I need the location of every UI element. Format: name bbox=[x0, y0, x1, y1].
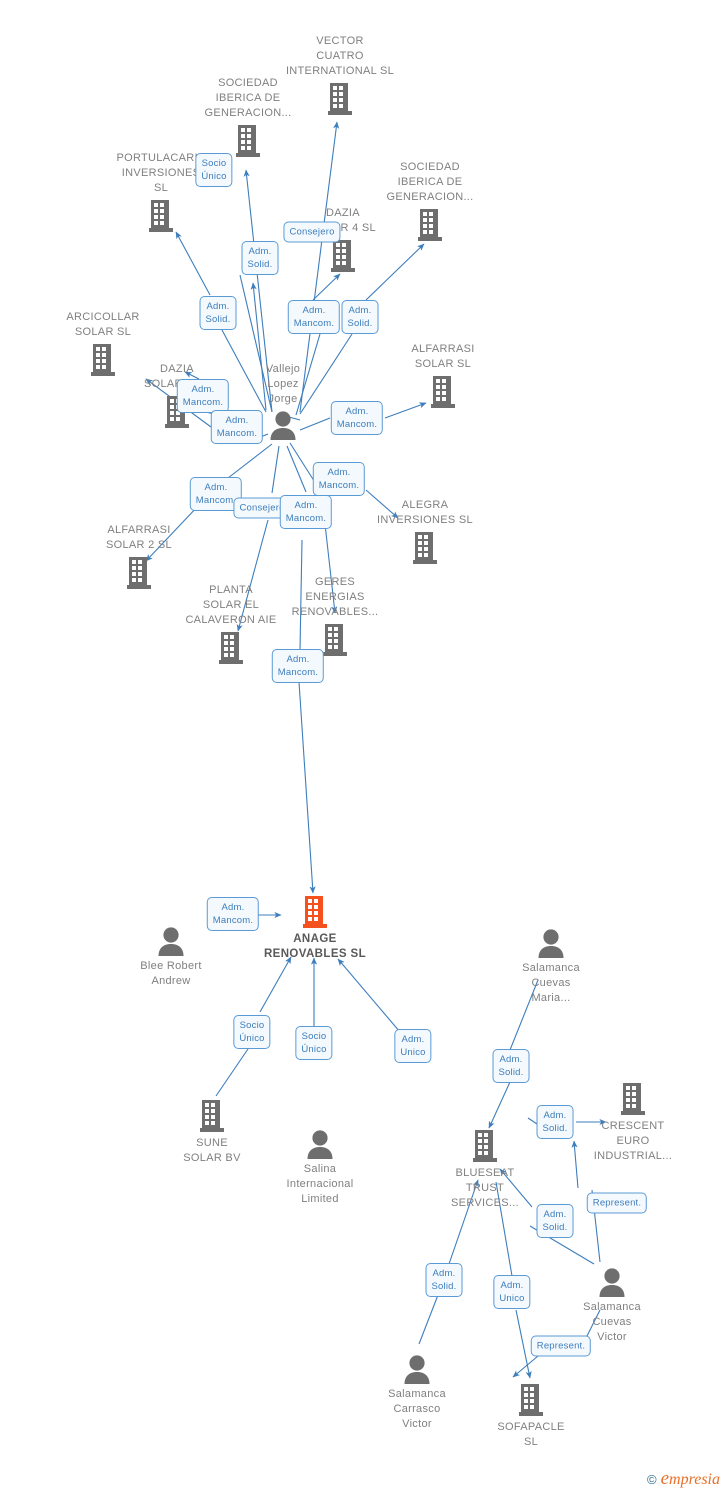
edge-label-socio-unico-sune[interactable]: Socio Único bbox=[233, 1015, 271, 1049]
copyright-icon: © bbox=[647, 1471, 657, 1487]
node-label: GERES ENERGIAS RENOVABLES... bbox=[291, 576, 379, 618]
person-icon bbox=[303, 1128, 337, 1160]
node-label: ALFARRASI SOLAR SL bbox=[411, 343, 475, 370]
node-label: PORTULACARIA INVERSIONES SL bbox=[116, 152, 206, 194]
building-icon bbox=[320, 622, 350, 658]
building-icon bbox=[216, 630, 246, 666]
relationship-graph: VECTOR CUATRO INTERNATIONAL SL SOCIEDAD … bbox=[0, 0, 728, 1500]
edge-label-adm-solid-maria-blueseat[interactable]: Adm. Solid. bbox=[492, 1049, 530, 1083]
node-label: BLUESEAT TRUST SERVICES... bbox=[451, 1167, 519, 1209]
node-label: SOCIEDAD IBERICA DE GENERACION... bbox=[386, 161, 474, 203]
node-label: Salamanca Cuevas Victor bbox=[583, 1301, 641, 1343]
person-icon bbox=[154, 925, 188, 957]
node-label: SOFAPACLE SL bbox=[497, 1421, 565, 1448]
edge-label-adm-solid-iberica2[interactable]: Adm. Solid. bbox=[341, 300, 379, 334]
node-salamanca-carrasco-victor[interactable]: Salamanca Carrasco Victor bbox=[357, 1353, 477, 1432]
building-icon bbox=[428, 374, 458, 410]
building-icon bbox=[88, 342, 118, 378]
edge-label-adm-solid-victor-blueseat[interactable]: Adm. Solid. bbox=[536, 1204, 574, 1238]
node-alegra-inversiones[interactable]: ALEGRA INVERSIONES SL bbox=[365, 498, 485, 566]
edge-label-adm-mancom-alegra[interactable]: Adm. Mancom. bbox=[312, 462, 366, 496]
building-icon bbox=[325, 81, 355, 117]
building-icon bbox=[146, 198, 176, 234]
node-label: PLANTA SOLAR EL CALAVERON AIE bbox=[185, 584, 277, 626]
node-anage-renovables[interactable]: ANAGE RENOVABLES SL bbox=[255, 894, 375, 962]
person-icon bbox=[266, 409, 300, 441]
node-label: Salina Internacional Limited bbox=[286, 1163, 354, 1205]
node-geres-energias-renovables[interactable]: GERES ENERGIAS RENOVABLES... bbox=[275, 575, 395, 658]
edge-label-adm-unico-sofapacle[interactable]: Adm. Unico bbox=[493, 1275, 531, 1309]
building-icon bbox=[410, 530, 440, 566]
building-icon bbox=[197, 1098, 227, 1134]
edge-label-adm-mancom-dazia4[interactable]: Adm. Mancom. bbox=[287, 300, 341, 334]
edge-label-adm-mancom-dazia3[interactable]: Adm. Mancom. bbox=[176, 379, 230, 413]
brand-name: empresia bbox=[660, 1468, 720, 1489]
node-label: ANAGE RENOVABLES SL bbox=[263, 933, 367, 960]
person-icon bbox=[534, 927, 568, 959]
node-label: ALFARRASI SOLAR 2 SL bbox=[106, 524, 172, 551]
edge-label-adm-mancom-geres[interactable]: Adm. Mancom. bbox=[279, 495, 333, 529]
edge-label-adm-mancom-anage-blee[interactable]: Adm. Mancom. bbox=[206, 897, 260, 931]
edge-label-adm-solid-portulacaria[interactable]: Adm. Solid. bbox=[199, 296, 237, 330]
node-label: ARCICOLLAR SOLAR SL bbox=[66, 311, 140, 338]
building-icon bbox=[470, 1128, 500, 1164]
node-label: Vallejo Lopez Jorge bbox=[265, 363, 301, 405]
node-alfarrasi-solar[interactable]: ALFARRASI SOLAR SL bbox=[383, 342, 503, 410]
building-icon bbox=[124, 555, 154, 591]
building-icon bbox=[618, 1081, 648, 1117]
node-label: Salamanca Carrasco Victor bbox=[388, 1388, 446, 1430]
node-label: CRESCENT EURO INDUSTRIAL... bbox=[593, 1120, 673, 1162]
node-salamanca-cuevas-victor[interactable]: Salamanca Cuevas Victor bbox=[552, 1266, 672, 1345]
building-icon bbox=[516, 1382, 546, 1418]
edge-label-adm-unico-blueseat-anage[interactable]: Adm. Unico bbox=[394, 1029, 432, 1063]
node-label: VECTOR CUATRO INTERNATIONAL SL bbox=[285, 35, 395, 77]
node-blueseat-trust-services[interactable]: BLUESEAT TRUST SERVICES... bbox=[425, 1128, 545, 1211]
edge-label-consejero-vector[interactable]: Consejero bbox=[283, 221, 341, 243]
node-sofapacle[interactable]: SOFAPACLE SL bbox=[471, 1382, 591, 1450]
node-crescent-euro-industrial[interactable]: CRESCENT EURO INDUSTRIAL... bbox=[573, 1081, 693, 1164]
edge-label-adm-mancom-alfarrasi[interactable]: Adm. Mancom. bbox=[330, 401, 384, 435]
edge-label-adm-solid-iberica1[interactable]: Adm. Solid. bbox=[241, 241, 279, 275]
building-icon bbox=[300, 894, 330, 930]
node-label: Salamanca Cuevas Maria... bbox=[522, 962, 580, 1004]
building-icon bbox=[328, 238, 358, 274]
edge-label-socio-unico-iberica1[interactable]: Socio Único bbox=[195, 153, 233, 187]
node-salina-internacional-limited[interactable]: Salina Internacional Limited bbox=[260, 1128, 380, 1207]
edge-label-adm-solid-carrasco-blueseat[interactable]: Adm. Solid. bbox=[425, 1263, 463, 1297]
edge-label-adm-mancom-anage-vallejo[interactable]: Adm. Mancom. bbox=[271, 649, 325, 683]
building-icon bbox=[415, 207, 445, 243]
building-icon bbox=[233, 123, 263, 159]
edge-label-socio-unico-salina[interactable]: Socio Único bbox=[295, 1026, 333, 1060]
node-sune-solar-bv[interactable]: SUNE SOLAR BV bbox=[152, 1098, 272, 1166]
person-icon bbox=[595, 1266, 629, 1298]
edge-label-adm-mancom-arcicollar[interactable]: Adm. Mancom. bbox=[210, 410, 264, 444]
node-label: Blee Robert Andrew bbox=[140, 960, 202, 987]
node-salamanca-cuevas-maria[interactable]: Salamanca Cuevas Maria... bbox=[491, 927, 611, 1006]
node-sociedad-iberica-generacion-1[interactable]: SOCIEDAD IBERICA DE GENERACION... bbox=[188, 76, 308, 159]
edge-label-adm-solid-crescent[interactable]: Adm. Solid. bbox=[536, 1105, 574, 1139]
node-label: SUNE SOLAR BV bbox=[183, 1137, 241, 1164]
watermark: © empresia bbox=[647, 1468, 720, 1490]
person-icon bbox=[400, 1353, 434, 1385]
edge-label-represent-sofapacle[interactable]: Represent. bbox=[530, 1335, 592, 1357]
node-label: ALEGRA INVERSIONES SL bbox=[377, 499, 473, 526]
node-blee-robert-andrew[interactable]: Blee Robert Andrew bbox=[111, 925, 231, 989]
node-label: SOCIEDAD IBERICA DE GENERACION... bbox=[204, 77, 292, 119]
edge-label-represent-crescent[interactable]: Represent. bbox=[586, 1192, 648, 1214]
node-alfarrasi-solar-2[interactable]: ALFARRASI SOLAR 2 SL bbox=[79, 523, 199, 591]
